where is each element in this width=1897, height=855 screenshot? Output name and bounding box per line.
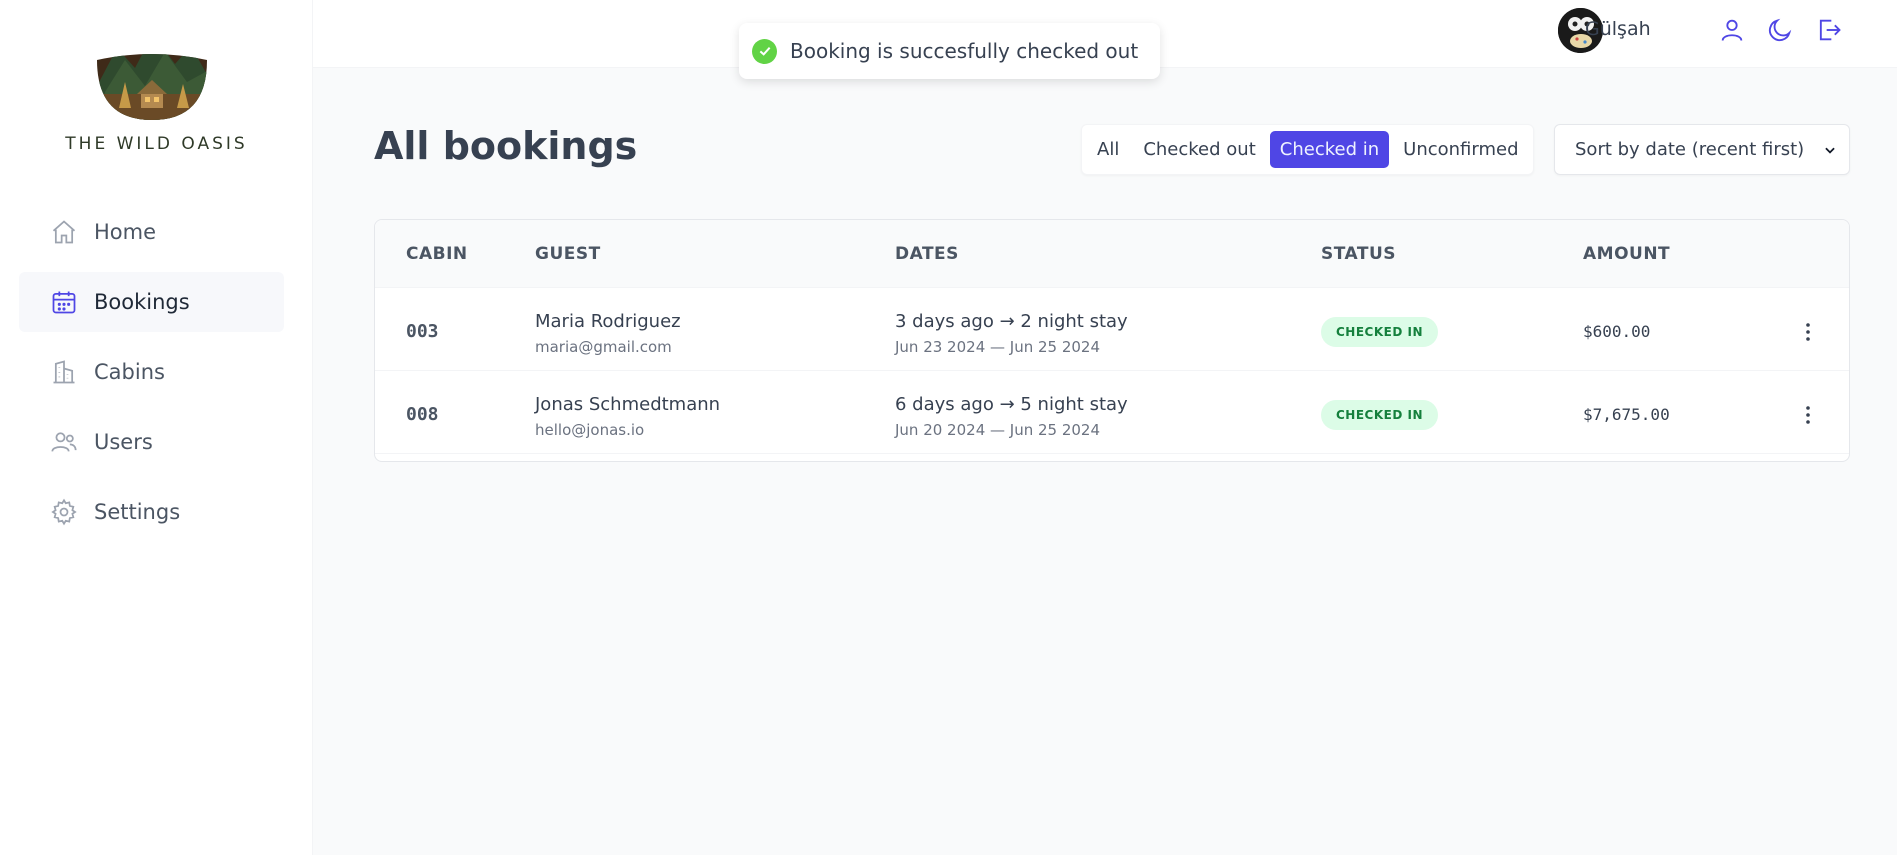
date-range: Jun 20 2024 — Jun 25 2024 [895, 421, 1101, 439]
logo-text: THE WILD OASIS [65, 134, 248, 154]
filter-all[interactable]: All [1087, 131, 1129, 168]
sidebar: THE WILD OASIS Home Bookings Cabins User… [0, 0, 313, 855]
column-header-amount: AMOUNT [1583, 244, 1671, 264]
table-header: CABIN GUEST DATES STATUS AMOUNT [375, 220, 1849, 288]
cabin-number: 008 [406, 404, 439, 425]
filter-checked-out[interactable]: Checked out [1133, 131, 1265, 168]
date-range: Jun 23 2024 — Jun 25 2024 [895, 338, 1101, 356]
gear-icon [50, 498, 78, 526]
status-filter: All Checked out Checked in Unconfirmed [1081, 124, 1534, 175]
booking-amount: $7,675.00 [1583, 405, 1670, 424]
moon-icon [1768, 18, 1792, 42]
sidebar-item-label: Bookings [94, 290, 190, 314]
dark-mode-toggle[interactable] [1766, 16, 1794, 44]
sort-select[interactable]: Sort by date (recent first) [1554, 124, 1850, 175]
main-nav: Home Bookings Cabins Users Settings [19, 202, 284, 552]
building-icon [50, 358, 78, 386]
column-header-guest: GUEST [535, 244, 601, 264]
toast-message: Booking is succesfully checked out [790, 39, 1139, 63]
success-toast: Booking is succesfully checked out [739, 23, 1160, 79]
page-title: All bookings [374, 124, 638, 168]
sidebar-item-bookings[interactable]: Bookings [19, 272, 284, 332]
sort-select-value: Sort by date (recent first) [1575, 139, 1805, 160]
logout-button[interactable] [1815, 16, 1843, 44]
home-icon [50, 218, 78, 246]
column-header-cabin: CABIN [406, 244, 468, 264]
logout-icon [1819, 19, 1841, 41]
column-header-status: STATUS [1321, 244, 1397, 264]
account-button[interactable] [1718, 16, 1746, 44]
sidebar-item-label: Users [94, 430, 153, 454]
stay-summary: 6 days ago → 5 night stay [895, 394, 1128, 415]
filter-checked-in[interactable]: Checked in [1269, 131, 1390, 168]
guest-name: Maria Rodriguez [535, 311, 681, 332]
sidebar-item-label: Cabins [94, 360, 165, 384]
column-header-dates: DATES [895, 244, 959, 264]
user-name: Gülşah [1585, 18, 1651, 40]
bookings-table: CABIN GUEST DATES STATUS AMOUNT 003 Mari… [374, 219, 1850, 462]
filter-unconfirmed[interactable]: Unconfirmed [1393, 131, 1528, 168]
calendar-icon [50, 288, 78, 316]
sidebar-item-users[interactable]: Users [19, 412, 284, 472]
guest-email: hello@jonas.io [535, 421, 645, 439]
row-menu-button[interactable] [1793, 400, 1823, 430]
vertical-dots-icon [1806, 406, 1810, 424]
sidebar-item-cabins[interactable]: Cabins [19, 342, 284, 402]
status-badge: CHECKED IN [1321, 317, 1438, 347]
booking-amount: $600.00 [1583, 322, 1651, 341]
users-icon [50, 428, 78, 456]
guest-email: maria@gmail.com [535, 338, 672, 356]
sidebar-item-home[interactable]: Home [19, 202, 284, 262]
status-badge: CHECKED IN [1321, 400, 1438, 430]
user-icon [1721, 19, 1743, 41]
check-circle-icon [752, 38, 777, 64]
chevron-down-icon [1825, 147, 1835, 154]
table-row: 003 Maria Rodriguez maria@gmail.com 3 da… [375, 288, 1849, 371]
stay-summary: 3 days ago → 2 night stay [895, 311, 1128, 332]
cabin-number: 003 [406, 321, 439, 342]
row-menu-button[interactable] [1793, 317, 1823, 347]
sidebar-item-settings[interactable]: Settings [19, 482, 284, 542]
guest-name: Jonas Schmedtmann [535, 394, 721, 415]
sidebar-item-label: Home [94, 220, 157, 244]
vertical-dots-icon [1806, 323, 1810, 341]
table-row: 008 Jonas Schmedtmann hello@jonas.io 6 d… [375, 371, 1849, 454]
logo[interactable] [95, 30, 209, 120]
sidebar-item-label: Settings [94, 500, 181, 524]
